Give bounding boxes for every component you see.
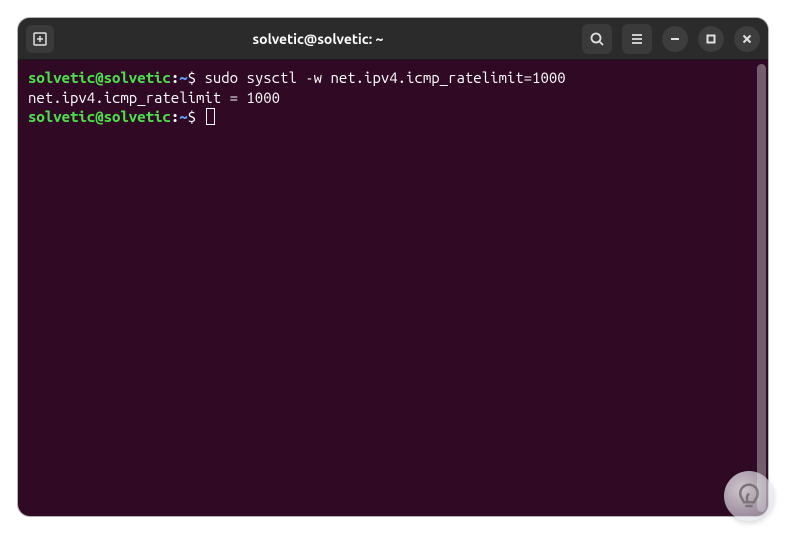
maximize-button[interactable] (698, 26, 724, 52)
new-tab-icon (32, 31, 48, 47)
window-title: solvetic@solvetic: ~ (54, 31, 582, 47)
lightbulb-icon (734, 481, 764, 511)
cursor (206, 108, 215, 125)
close-icon (742, 34, 752, 44)
terminal-line: solvetic@solvetic:~$ (28, 107, 758, 127)
titlebar: solvetic@solvetic: ~ (18, 18, 768, 60)
prompt-user: solvetic@solvetic (28, 69, 171, 86)
search-icon (589, 31, 605, 47)
close-button[interactable] (734, 26, 760, 52)
prompt-user: solvetic@solvetic (28, 108, 171, 125)
hamburger-icon (629, 31, 645, 47)
terminal-line: solvetic@solvetic:~$ sudo sysctl -w net.… (28, 68, 758, 88)
prompt-path: ~ (179, 108, 187, 125)
menu-button[interactable] (622, 24, 652, 54)
watermark-logo (724, 471, 774, 521)
terminal-content[interactable]: solvetic@solvetic:~$ sudo sysctl -w net.… (18, 60, 768, 516)
command-text: sudo sysctl -w net.ipv4.icmp_ratelimit=1… (204, 69, 565, 86)
minimize-icon (670, 34, 680, 44)
prompt-path: ~ (179, 69, 187, 86)
prompt-dollar: $ (188, 108, 205, 125)
search-button[interactable] (582, 24, 612, 54)
minimize-button[interactable] (662, 26, 688, 52)
prompt-separator: : (171, 69, 179, 86)
terminal-window: solvetic@solvetic: ~ (18, 18, 768, 516)
titlebar-left (26, 25, 54, 53)
prompt-separator: : (171, 108, 179, 125)
maximize-icon (706, 34, 716, 44)
new-tab-button[interactable] (26, 25, 54, 53)
titlebar-right (582, 24, 760, 54)
prompt-dollar: $ (188, 69, 205, 86)
scrollbar[interactable] (757, 64, 766, 512)
terminal-line: net.ipv4.icmp_ratelimit = 1000 (28, 88, 758, 108)
output-text: net.ipv4.icmp_ratelimit = 1000 (28, 89, 280, 106)
